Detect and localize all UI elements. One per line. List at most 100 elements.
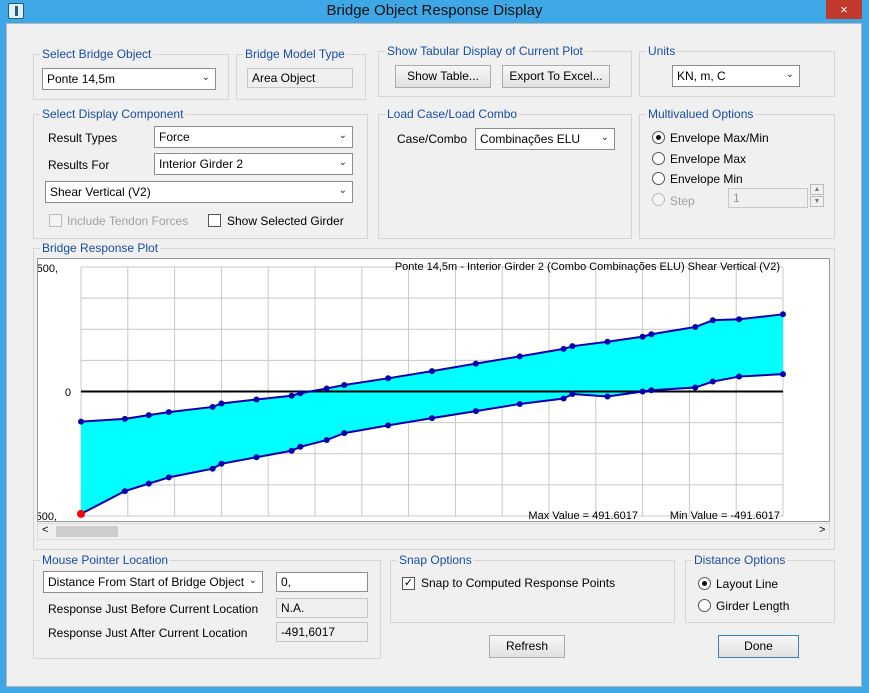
scroll-thumb[interactable]	[56, 526, 118, 537]
display-component-group: Select Display Component Result Types Fo…	[33, 107, 368, 239]
close-button[interactable]: ×	[826, 0, 862, 19]
data-point-max	[78, 418, 84, 425]
plot-scrollbar[interactable]: < >	[37, 523, 830, 540]
data-point-min	[604, 393, 611, 400]
chevron-down-icon: ⌄	[201, 72, 210, 83]
tabular-display-label: Show Tabular Display of Current Plot	[385, 44, 585, 58]
layout-line-label: Layout Line	[716, 577, 779, 591]
bridge-object-value: Ponte 14,5m	[47, 72, 116, 86]
data-point-max	[288, 392, 295, 399]
chevron-down-icon: ⌄	[338, 130, 347, 141]
component-value: Shear Vertical (V2)	[50, 185, 151, 199]
display-component-label: Select Display Component	[40, 107, 186, 121]
data-point-max	[341, 382, 348, 389]
include-tendon-checkbox[interactable]	[49, 214, 62, 227]
data-point-max	[209, 403, 216, 410]
units-value: KN, m, C	[677, 69, 726, 83]
units-group: Units KN, m, C ⌄	[639, 44, 835, 97]
data-point-min	[218, 460, 225, 467]
snap-options-label: Snap Options	[397, 553, 474, 567]
envelope-min-label: Envelope Min	[670, 172, 743, 186]
max-value-label: Max Value = 491.6017	[528, 510, 638, 521]
distance-options-group: Distance Options Layout Line Girder Leng…	[685, 553, 835, 623]
case-combo-label: Case/Combo	[397, 132, 468, 146]
data-point-max	[516, 353, 523, 360]
data-point-min	[569, 390, 576, 397]
selected-point-marker	[77, 509, 85, 518]
data-point-max	[121, 415, 128, 422]
case-combo-dropdown[interactable]: Combinações ELU ⌄	[475, 128, 615, 150]
select-bridge-object-group: Select Bridge Object Ponte 14,5m ⌄	[33, 47, 229, 100]
units-dropdown[interactable]: KN, m, C ⌄	[672, 65, 800, 87]
show-table-button[interactable]: Show Table...	[395, 65, 491, 88]
results-for-dropdown[interactable]: Interior Girder 2 ⌄	[154, 153, 353, 175]
envelope-max-min-radio[interactable]	[652, 131, 665, 144]
after-location-value: -491,6017	[276, 622, 368, 642]
distance-mode-dropdown[interactable]: Distance From Start of Bridge Object ⌄	[43, 571, 263, 593]
data-point-min	[780, 371, 786, 378]
step-input[interactable]: 1	[728, 188, 808, 208]
data-point-max	[560, 345, 567, 352]
step-down-icon[interactable]: ▼	[810, 196, 824, 207]
export-excel-button[interactable]: Export To Excel...	[502, 65, 610, 88]
envelope-max-min-label: Envelope Max/Min	[670, 131, 769, 145]
layout-line-radio[interactable]	[698, 577, 711, 590]
data-point-max	[648, 331, 655, 338]
step-up-icon[interactable]: ▲	[810, 184, 824, 195]
data-point-max	[604, 338, 611, 345]
data-point-min	[648, 387, 655, 394]
units-label: Units	[646, 44, 678, 58]
plot-area[interactable]: 500, 0 -500, Ponte 14,5m - Interior Gird…	[37, 258, 830, 522]
data-point-min	[472, 408, 479, 415]
y-tick-zero: 0	[65, 387, 71, 399]
data-point-max	[297, 390, 304, 397]
bridge-model-type-group: Bridge Model Type Area Object	[236, 47, 366, 100]
result-types-value: Force	[159, 130, 190, 144]
snap-checkbox[interactable]: ✓	[402, 577, 415, 590]
snap-options-group: Snap Options ✓ Snap to Computed Response…	[390, 553, 675, 623]
data-point-max	[253, 396, 260, 403]
multivalued-label: Multivalued Options	[646, 107, 756, 121]
envelope-max-label: Envelope Max	[670, 152, 747, 166]
multivalued-group: Multivalued Options Envelope Max/Min Env…	[639, 107, 835, 239]
title-bar: Bridge Object Response Display ×	[0, 0, 869, 22]
data-point-min	[165, 474, 172, 481]
tabular-display-group: Show Tabular Display of Current Plot Sho…	[378, 44, 632, 97]
before-location-label: Response Just Before Current Location	[48, 602, 259, 616]
data-point-min	[560, 395, 567, 402]
scroll-left-icon[interactable]: <	[42, 524, 48, 536]
min-value-label: Min Value = -491.6017	[670, 510, 780, 521]
envelope-band	[81, 314, 783, 514]
step-radio[interactable]	[652, 193, 665, 206]
dialog-window: Bridge Object Response Display × Select …	[0, 0, 869, 693]
data-point-max	[692, 324, 699, 331]
refresh-button[interactable]: Refresh	[489, 635, 565, 658]
data-point-max	[323, 385, 330, 392]
bridge-model-type-label: Bridge Model Type	[243, 47, 347, 61]
data-point-max	[736, 316, 743, 323]
data-point-min	[639, 388, 646, 395]
include-tendon-label: Include Tendon Forces	[67, 214, 189, 228]
result-types-dropdown[interactable]: Force ⌄	[154, 126, 353, 148]
load-case-label: Load Case/Load Combo	[385, 107, 520, 121]
chevron-down-icon: ⌄	[338, 157, 347, 168]
distance-mode-value: Distance From Start of Bridge Object	[48, 575, 245, 589]
show-selected-girder-label: Show Selected Girder	[227, 214, 344, 228]
bridge-object-dropdown[interactable]: Ponte 14,5m ⌄	[42, 68, 216, 90]
data-point-min	[385, 422, 392, 429]
data-point-min	[692, 384, 699, 391]
envelope-max-radio[interactable]	[652, 152, 665, 165]
done-button[interactable]: Done	[718, 635, 799, 658]
girder-length-radio[interactable]	[698, 599, 711, 612]
distance-input[interactable]: 0,	[276, 572, 368, 592]
component-dropdown[interactable]: Shear Vertical (V2) ⌄	[45, 181, 353, 203]
envelope-min-radio[interactable]	[652, 172, 665, 185]
scroll-right-icon[interactable]: >	[819, 524, 825, 536]
show-selected-girder-checkbox[interactable]	[208, 214, 221, 227]
plot-header: Ponte 14,5m - Interior Girder 2 (Combo C…	[395, 261, 780, 273]
data-point-min	[209, 465, 216, 472]
before-location-value: N.A.	[276, 598, 368, 618]
result-types-label: Result Types	[48, 131, 118, 145]
chevron-down-icon: ⌄	[338, 185, 347, 196]
step-label: Step	[670, 194, 695, 208]
